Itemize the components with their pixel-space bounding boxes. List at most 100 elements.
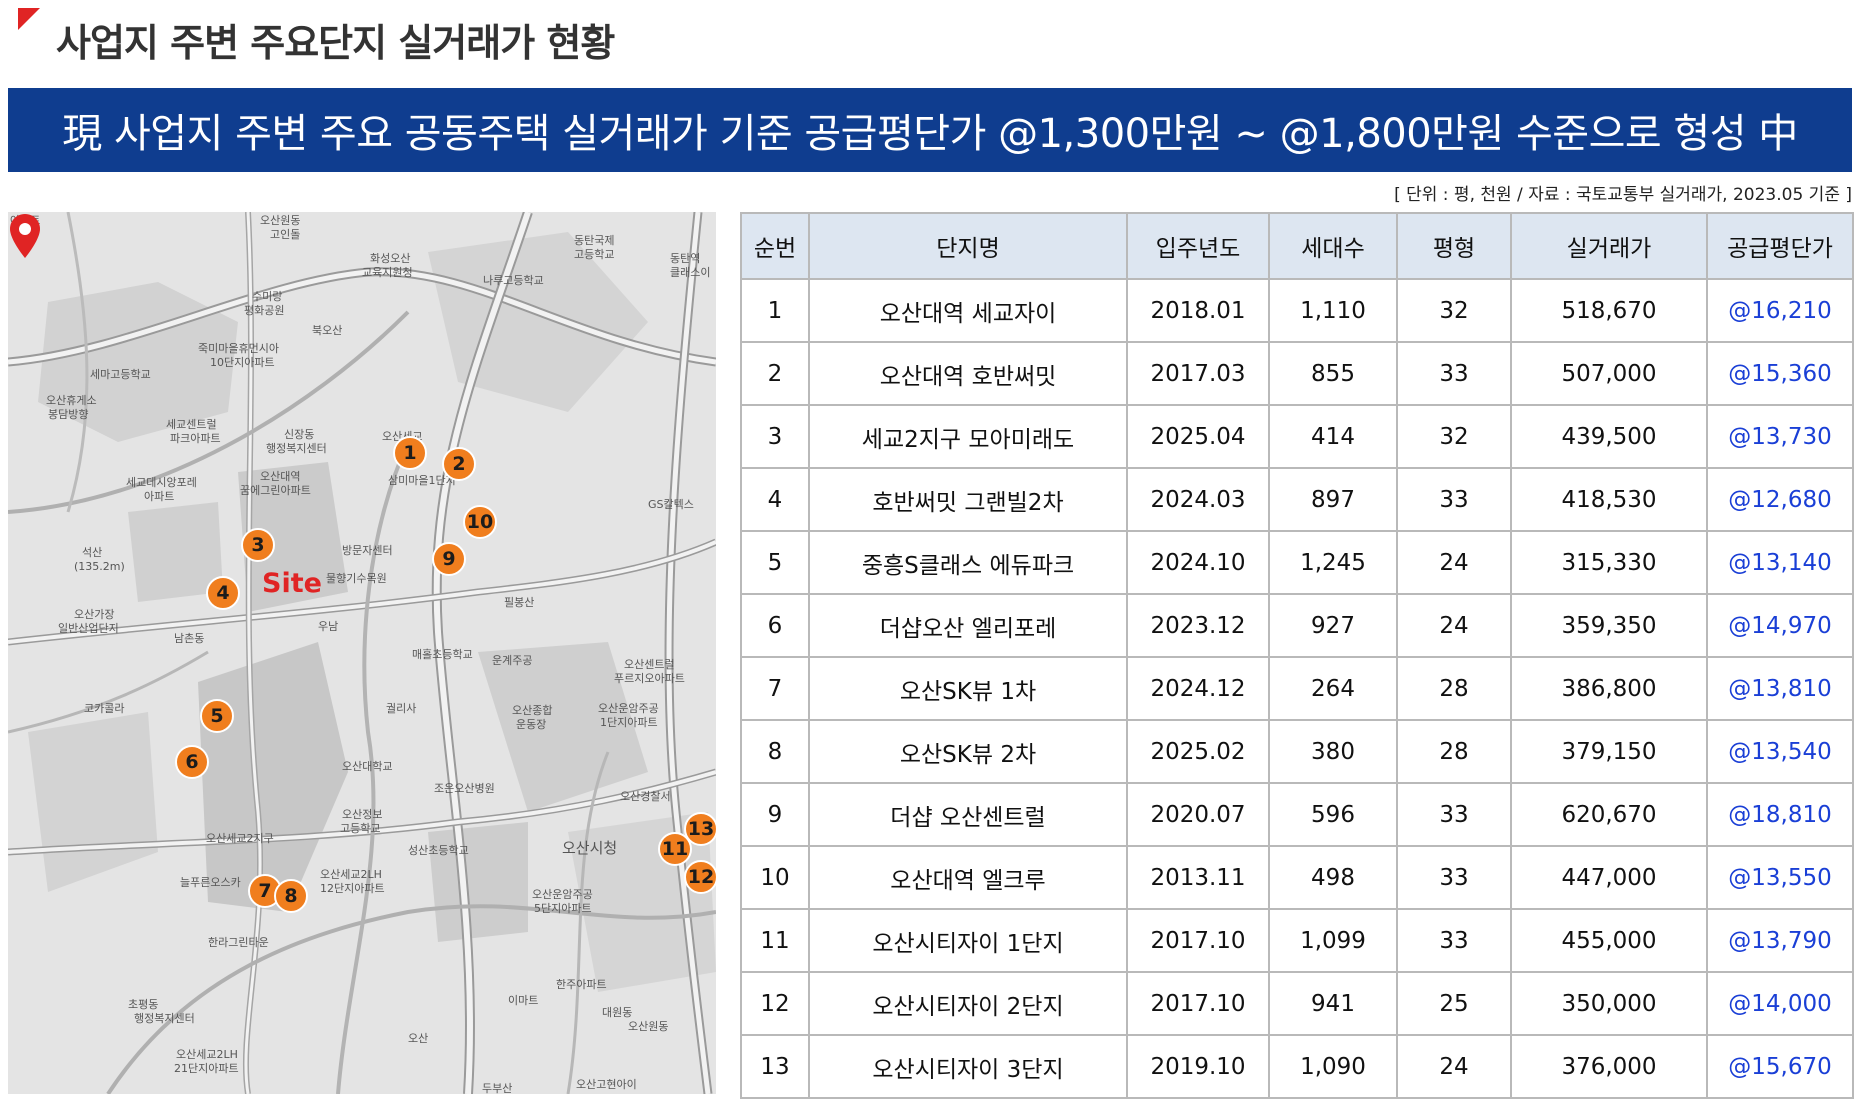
map-label: 클래스이: [670, 266, 711, 279]
map-label: 운동장: [516, 718, 547, 731]
map-label: 오산경찰서: [620, 790, 671, 803]
table-row: 1 오산대역 세교자이 2018.01 1,110 32 518,670 @16…: [740, 278, 1854, 343]
map-label: 오산세교2LH: [320, 868, 382, 881]
cell-price: 350,000: [1510, 971, 1708, 1036]
map-marker-4[interactable]: 4: [206, 576, 240, 610]
title-marker-icon: [18, 8, 40, 30]
cell-unit-price: @13,550: [1706, 845, 1854, 910]
table-row: 13 오산시티자이 3단지 2019.10 1,090 24 376,000 @…: [740, 1034, 1854, 1099]
map-label: 일반산업단지: [58, 622, 119, 635]
cell-units: 380: [1268, 719, 1398, 784]
cell-size: 24: [1396, 530, 1512, 595]
cell-no: 7: [740, 656, 810, 721]
map-label: 오산세교2LH: [176, 1048, 238, 1061]
map-marker-5[interactable]: 5: [200, 699, 234, 733]
table-row: 5 중흥S클래스 에듀파크 2024.10 1,245 24 315,330 @…: [740, 530, 1854, 595]
col-header-unit-price: 공급평단가: [1706, 212, 1854, 280]
cell-no: 11: [740, 908, 810, 973]
map-marker-6[interactable]: 6: [175, 745, 209, 779]
map-label: 나루고등학교: [483, 274, 544, 287]
map-marker-9[interactable]: 9: [432, 542, 466, 576]
cell-year: 2017.10: [1126, 908, 1270, 973]
cell-price: 359,350: [1510, 593, 1708, 658]
cell-name: 오산시티자이 1단지: [808, 908, 1128, 973]
cell-size: 33: [1396, 341, 1512, 406]
table-row: 2 오산대역 호반써밋 2017.03 855 33 507,000 @15,3…: [740, 341, 1854, 406]
cell-size: 32: [1396, 404, 1512, 469]
map-label: 오산센트럴: [624, 658, 675, 671]
col-header-price: 실거래가: [1510, 212, 1708, 280]
map-marker-3[interactable]: 3: [241, 528, 275, 562]
map-label: 오산원동: [260, 214, 301, 227]
col-header-units: 세대수: [1268, 212, 1398, 280]
cell-name: 오산SK뷰 1차: [808, 656, 1128, 721]
map-label: 꿈에그린아파트: [240, 484, 311, 497]
cell-year: 2024.10: [1126, 530, 1270, 595]
cell-year: 2025.02: [1126, 719, 1270, 784]
map-label: 오산원동: [628, 1020, 669, 1033]
map-label: 세마고등학교: [90, 368, 151, 381]
table-row: 7 오산SK뷰 1차 2024.12 264 28 386,800 @13,81…: [740, 656, 1854, 721]
table-row: 8 오산SK뷰 2차 2025.02 380 28 379,150 @13,54…: [740, 719, 1854, 784]
cell-units: 927: [1268, 593, 1398, 658]
site-pin-icon: [10, 214, 40, 258]
cell-units: 1,110: [1268, 278, 1398, 343]
cell-price: 386,800: [1510, 656, 1708, 721]
cell-size: 24: [1396, 1034, 1512, 1099]
cell-name: 세교2지구 모아미래도: [808, 404, 1128, 469]
cell-units: 498: [1268, 845, 1398, 910]
col-header-name: 단지명: [808, 212, 1128, 280]
map-label: 죽미마을휴먼시아: [198, 342, 279, 355]
cell-year: 2019.10: [1126, 1034, 1270, 1099]
map-marker-2[interactable]: 2: [442, 447, 476, 481]
map-marker-8[interactable]: 8: [274, 879, 308, 913]
cell-units: 855: [1268, 341, 1398, 406]
cell-year: 2025.04: [1126, 404, 1270, 469]
map-marker-12[interactable]: 12: [684, 860, 716, 894]
cell-size: 28: [1396, 719, 1512, 784]
map-label: 늘푸른오스카: [180, 876, 241, 889]
table-row: 4 호반써밋 그랜빌2차 2024.03 897 33 418,530 @12,…: [740, 467, 1854, 532]
map-label: 석산: [82, 546, 103, 559]
cell-no: 3: [740, 404, 810, 469]
cell-no: 6: [740, 593, 810, 658]
cell-price: 376,000: [1510, 1034, 1708, 1099]
map-label: 교육지원청: [362, 266, 413, 279]
cell-year: 2024.03: [1126, 467, 1270, 532]
map-label: 오산종합: [512, 704, 553, 717]
cell-unit-price: @15,670: [1706, 1034, 1854, 1099]
cell-year: 2013.11: [1126, 845, 1270, 910]
cell-no: 1: [740, 278, 810, 343]
cell-year: 2017.03: [1126, 341, 1270, 406]
map-label: 필봉산: [504, 596, 535, 609]
cell-no: 8: [740, 719, 810, 784]
map-marker-10[interactable]: 10: [463, 505, 497, 539]
map-label: 고인돌: [270, 228, 301, 241]
location-map[interactable]: 아파트 오산원동 고인돌 화성오산 교육지원청 나루고등학교 동탄국제 고등학교…: [8, 212, 716, 1094]
cell-no: 13: [740, 1034, 810, 1099]
map-label: 오산가장: [74, 608, 115, 621]
table-row: 10 오산대역 엘크루 2013.11 498 33 447,000 @13,5…: [740, 845, 1854, 910]
map-label: 오산운암주공: [598, 702, 659, 715]
cell-name: 오산대역 호반써밋: [808, 341, 1128, 406]
col-header-size: 평형: [1396, 212, 1512, 280]
map-label: 화성오산: [370, 252, 411, 265]
map-label: 오산세교2지구: [206, 832, 274, 845]
cell-size: 33: [1396, 782, 1512, 847]
cell-units: 941: [1268, 971, 1398, 1036]
cell-name: 더샵오산 엘리포레: [808, 593, 1128, 658]
map-label: 코카콜라: [84, 702, 125, 715]
map-label: 푸르지오아파트: [614, 672, 685, 685]
map-marker-1[interactable]: 1: [393, 436, 427, 470]
map-label: 오산휴게소: [46, 394, 97, 407]
cell-no: 4: [740, 467, 810, 532]
map-label: 행정복지센터: [266, 442, 327, 455]
map-label: 궐리사: [386, 702, 417, 715]
cell-unit-price: @14,970: [1706, 593, 1854, 658]
cell-units: 1,245: [1268, 530, 1398, 595]
map-label: 평화공원: [244, 304, 285, 317]
map-marker-13[interactable]: 13: [684, 812, 716, 846]
map-label: 수미랑: [252, 290, 283, 303]
map-label: 오산대학교: [342, 760, 393, 773]
cell-unit-price: @13,140: [1706, 530, 1854, 595]
